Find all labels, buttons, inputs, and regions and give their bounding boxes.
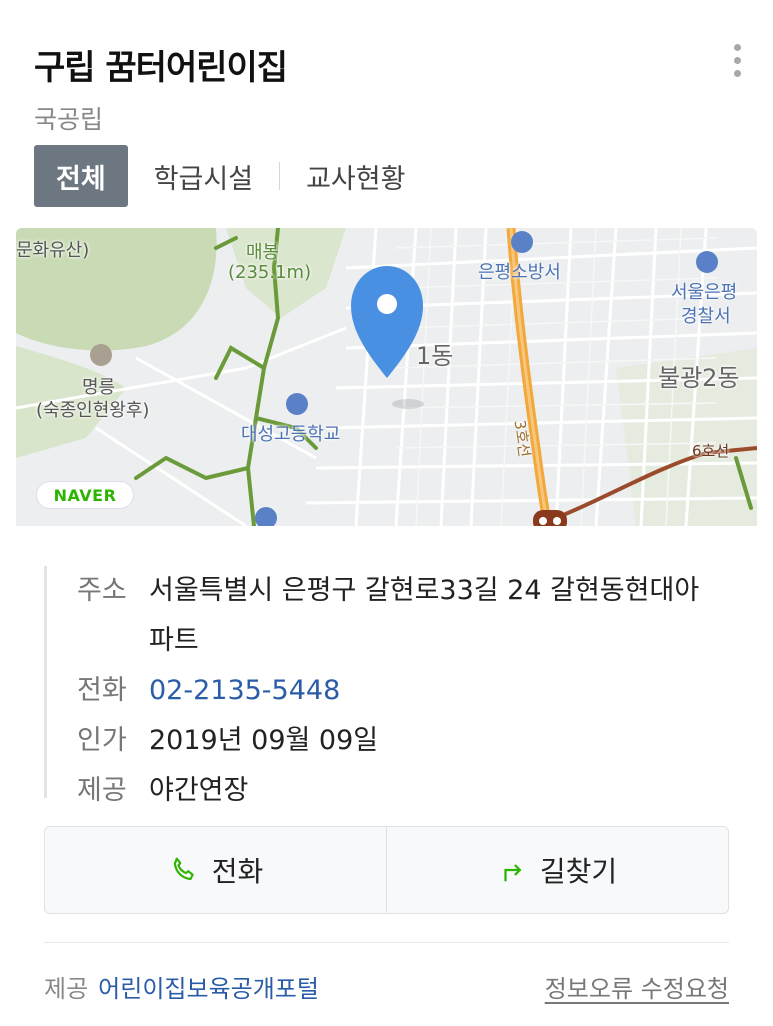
map-label-dong: 1동 [416,342,454,370]
info-row-service: 제공 야간연장 [77,766,734,816]
place-card: 구립 꿈터어린이집 국공립 전체 학급시설 교사현황 문화유산) 매봉 (235… [0,0,773,1026]
license-value: 2019년 09월 09일 [149,725,379,756]
naver-logo: NAVER [36,481,134,509]
info-row-phone: 전화 02-2135-5448 [77,666,734,716]
action-bar: 전화 길찾기 [44,826,729,914]
directions-label: 길찾기 [539,855,618,888]
footer: 제공 어린이집보육공개포털 정보오류 수정요청 [44,966,729,1006]
report-error-link[interactable]: 정보오류 수정요청 [545,969,729,1004]
place-category: 국공립 [34,105,104,134]
service-label: 제공 [77,775,127,806]
call-button[interactable]: 전화 [45,827,386,913]
place-header: 구립 꿈터어린이집 국공립 전체 학급시설 교사현황 [0,0,773,228]
more-options-icon[interactable] [722,40,752,80]
location-map[interactable]: 문화유산) 매봉 (235.1m) 은평소방서 서울은평 경찰서 1동 불광2동… [16,228,757,526]
map-label-line6: 6호선 [692,442,730,460]
map-label-police-1: 서울은평 [671,282,738,303]
phone-link[interactable]: 02-2135-5448 [149,666,714,716]
map-label-school: 대성고등학교 [241,424,341,445]
address-label: 주소 [77,575,127,606]
info-section: 주소 서울특별시 은평구 갈현로33길 24 갈현동현대아파트 전화 02-21… [16,526,757,1026]
tab-bar: 전체 학급시설 교사현황 [34,145,431,207]
call-label: 전화 [211,855,264,888]
info-list: 주소 서울특별시 은평구 갈현로33길 24 갈현동현대아파트 전화 02-21… [44,566,734,806]
map-label-heritage: 문화유산) [16,240,90,261]
phone-icon [173,857,194,881]
map-canvas [16,228,757,526]
map-label-bulgwang: 불광2동 [658,364,740,392]
map-label-tomb-2: (숙종인현왕후) [36,400,150,421]
tab-teachers[interactable]: 교사현황 [280,145,431,207]
map-label-mountain-height: (235.1m) [228,262,312,283]
tab-all[interactable]: 전체 [34,145,128,207]
place-title: 구립 꿈터어린이집 [34,48,288,88]
info-row-license: 인가 2019년 09월 09일 [77,716,734,766]
provider-label: 제공 [44,974,89,1003]
license-label: 인가 [77,725,127,756]
turn-arrow-icon [504,864,522,882]
service-value: 야간연장 [149,775,249,806]
map-label-police-2: 경찰서 [681,306,731,327]
provider-link[interactable]: 어린이집보육공개포털 [98,975,319,1003]
info-row-address: 주소 서울특별시 은평구 갈현로33길 24 갈현동현대아파트 [77,566,734,666]
phone-label: 전화 [77,675,127,706]
map-label-mountain: 매봉 [246,242,280,263]
provider-info: 제공 어린이집보육공개포털 [44,969,319,1004]
address-value: 서울특별시 은평구 갈현로33길 24 갈현동현대아파트 [149,575,700,656]
tab-class-facilities[interactable]: 학급시설 [128,145,279,207]
map-label-fire-station: 은평소방서 [478,262,561,283]
footer-divider [44,942,729,943]
directions-button[interactable]: 길찾기 [386,827,728,913]
